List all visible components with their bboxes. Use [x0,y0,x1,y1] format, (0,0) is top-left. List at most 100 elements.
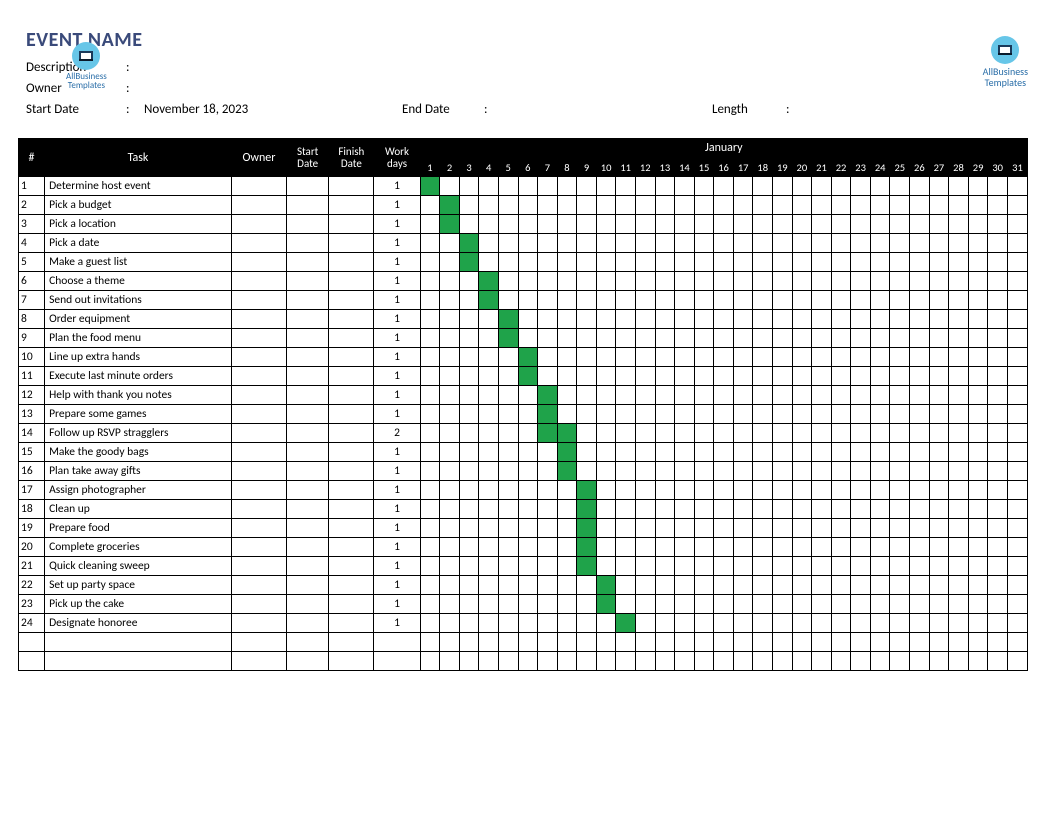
gantt-cell[interactable] [655,462,675,481]
gantt-cell[interactable] [733,196,753,215]
task-start-date[interactable] [287,196,329,215]
empty-cell[interactable] [440,633,460,652]
gantt-cell[interactable] [753,443,773,462]
gantt-cell[interactable] [831,367,851,386]
gantt-cell[interactable] [968,329,988,348]
gantt-cell[interactable] [1007,177,1027,196]
empty-cell[interactable] [374,652,420,671]
gantt-cell[interactable] [577,424,597,443]
gantt-cell[interactable] [596,253,616,272]
gantt-cell[interactable] [538,234,558,253]
gantt-cell[interactable] [459,367,479,386]
gantt-cell[interactable] [498,614,518,633]
gantt-cell[interactable] [890,576,910,595]
gantt-cell[interactable] [596,405,616,424]
gantt-cell[interactable] [714,196,734,215]
task-name[interactable]: Set up party space [45,576,232,595]
gantt-cell[interactable] [420,253,440,272]
task-name[interactable]: Prepare some games [45,405,232,424]
gantt-cell[interactable] [440,614,460,633]
gantt-cell[interactable] [616,576,636,595]
gantt-cell[interactable] [890,310,910,329]
gantt-cell[interactable] [459,576,479,595]
gantt-cell[interactable] [577,462,597,481]
gantt-cell[interactable] [538,272,558,291]
gantt-cell[interactable] [968,538,988,557]
gantt-cell[interactable] [812,329,832,348]
gantt-cell[interactable] [714,367,734,386]
gantt-cell[interactable] [557,538,577,557]
gantt-cell[interactable] [596,443,616,462]
gantt-cell[interactable] [851,386,871,405]
gantt-cell[interactable] [929,291,949,310]
gantt-cell[interactable] [1007,443,1027,462]
gantt-cell[interactable] [498,519,518,538]
gantt-cell[interactable] [518,424,538,443]
task-start-date[interactable] [287,329,329,348]
empty-cell[interactable] [753,633,773,652]
gantt-cell[interactable] [792,215,812,234]
gantt-cell[interactable] [479,443,499,462]
gantt-cell[interactable] [577,272,597,291]
task-finish-date[interactable] [329,500,374,519]
gantt-cell[interactable] [910,538,930,557]
gantt-cell[interactable] [968,595,988,614]
gantt-cell[interactable] [831,329,851,348]
empty-cell[interactable] [518,652,538,671]
gantt-cell[interactable] [538,595,558,614]
gantt-cell[interactable] [479,291,499,310]
gantt-cell[interactable] [870,462,890,481]
gantt-cell[interactable] [538,253,558,272]
gantt-cell[interactable] [694,462,714,481]
gantt-cell[interactable] [420,177,440,196]
task-work-days[interactable]: 1 [374,234,420,253]
empty-cell[interactable] [518,633,538,652]
gantt-cell[interactable] [1007,424,1027,443]
gantt-cell[interactable] [851,234,871,253]
gantt-cell[interactable] [714,557,734,576]
task-owner[interactable] [231,405,286,424]
gantt-cell[interactable] [792,557,812,576]
task-start-date[interactable] [287,595,329,614]
gantt-cell[interactable] [440,367,460,386]
gantt-cell[interactable] [518,405,538,424]
gantt-cell[interactable] [479,424,499,443]
gantt-cell[interactable] [929,462,949,481]
task-work-days[interactable]: 1 [374,614,420,633]
gantt-cell[interactable] [440,329,460,348]
gantt-cell[interactable] [988,462,1008,481]
gantt-cell[interactable] [616,614,636,633]
gantt-cell[interactable] [890,272,910,291]
gantt-cell[interactable] [929,576,949,595]
gantt-cell[interactable] [929,500,949,519]
gantt-cell[interactable] [596,519,616,538]
gantt-cell[interactable] [675,500,695,519]
gantt-cell[interactable] [753,595,773,614]
gantt-cell[interactable] [538,196,558,215]
gantt-cell[interactable] [655,481,675,500]
gantt-cell[interactable] [949,519,969,538]
gantt-cell[interactable] [616,329,636,348]
empty-cell[interactable] [675,652,695,671]
gantt-cell[interactable] [420,424,440,443]
task-owner[interactable] [231,443,286,462]
gantt-cell[interactable] [577,614,597,633]
gantt-cell[interactable] [557,500,577,519]
gantt-cell[interactable] [910,424,930,443]
gantt-cell[interactable] [988,443,1008,462]
gantt-cell[interactable] [714,481,734,500]
gantt-cell[interactable] [1007,614,1027,633]
gantt-cell[interactable] [949,405,969,424]
gantt-cell[interactable] [518,595,538,614]
gantt-cell[interactable] [694,196,714,215]
gantt-cell[interactable] [440,481,460,500]
row-number[interactable]: 3 [19,215,45,234]
gantt-cell[interactable] [812,196,832,215]
gantt-cell[interactable] [655,614,675,633]
gantt-cell[interactable] [753,424,773,443]
task-owner[interactable] [231,500,286,519]
gantt-cell[interactable] [968,443,988,462]
gantt-cell[interactable] [851,405,871,424]
gantt-cell[interactable] [949,310,969,329]
gantt-cell[interactable] [440,500,460,519]
